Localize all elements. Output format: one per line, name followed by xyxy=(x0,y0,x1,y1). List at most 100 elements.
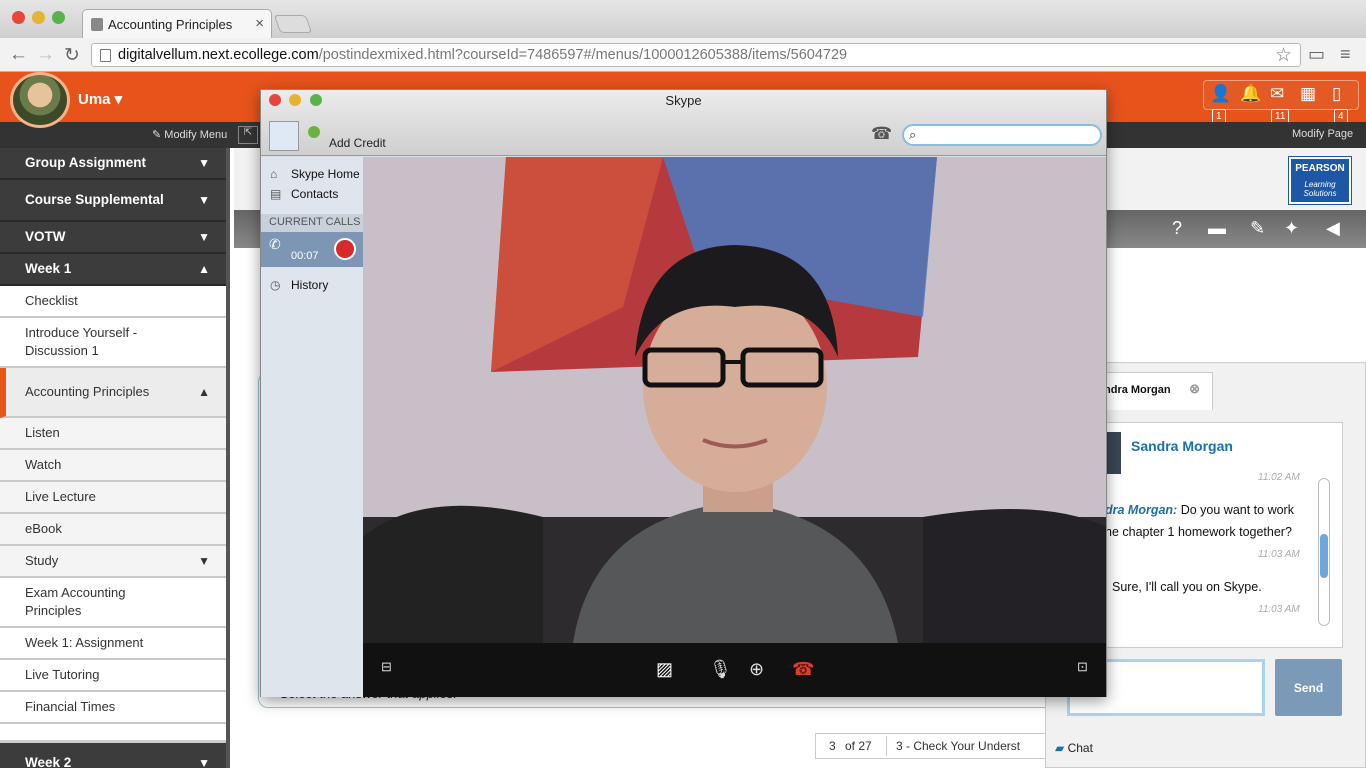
page-icon xyxy=(100,49,111,62)
hangup-small-button[interactable] xyxy=(334,238,356,260)
menu-icon[interactable]: ≡ xyxy=(1340,44,1351,65)
chat-bubble-icon: ▰ xyxy=(1055,741,1065,755)
history-link[interactable]: History xyxy=(291,278,328,292)
sidebar-item-label: Group Assignment xyxy=(25,155,147,170)
send-button[interactable]: Send xyxy=(1275,659,1342,716)
minimize-window-button[interactable] xyxy=(32,11,45,24)
sidebar-item[interactable]: Accounting Principles ▲ xyxy=(0,368,226,418)
reload-icon[interactable]: ↻ xyxy=(64,44,80,67)
skype-close-button[interactable] xyxy=(269,94,281,106)
add-participant-icon[interactable]: ⊕ xyxy=(749,659,764,680)
sidebar-item-label: Exam Accounting Principles xyxy=(25,585,126,618)
msg-time-1: 11:02 AM xyxy=(1258,472,1300,483)
chat-message-2: Sure, I'll call you on Skype. xyxy=(1112,580,1262,594)
home-icon: ⌂ xyxy=(270,167,278,181)
sidebar-item[interactable]: Week 1: Assignment xyxy=(0,628,226,660)
sidebar-item[interactable]: Study ▼ xyxy=(0,546,226,578)
sidebar-item[interactable]: VOTW ▼ xyxy=(0,222,226,254)
page-navigator[interactable]: 3 of 27 3 - Check Your Underst xyxy=(815,733,1065,759)
url-path: /postindexmixed.html?courseId=7486597#/m… xyxy=(318,47,848,63)
address-bar[interactable]: digitalvellum.next.ecollege.com/postinde… xyxy=(91,43,1301,67)
sidebar-item[interactable]: Course Supplemental ▼ xyxy=(0,180,226,222)
document-icon[interactable]: ▯ xyxy=(1332,84,1341,104)
contacts-link[interactable]: Contacts xyxy=(291,187,338,201)
skype-search-input[interactable]: ⌕ xyxy=(902,124,1102,146)
chat-link[interactable]: ▰ Chat xyxy=(1055,741,1093,755)
msg-time-2: 11:03 AM xyxy=(1258,549,1300,560)
print-icon[interactable]: ▬ xyxy=(1208,218,1226,239)
chevron-down-icon[interactable]: ▼ xyxy=(198,154,210,172)
help-icon[interactable]: ? xyxy=(1172,218,1182,239)
header-icon-group: 👤 🔔 ✉ ▦ ▯ 1 11 4 xyxy=(1203,80,1359,124)
chat-scrollbar[interactable] xyxy=(1318,478,1330,626)
sidebar-item[interactable]: Watch xyxy=(0,450,226,482)
new-tab-button[interactable] xyxy=(273,15,313,33)
sidebar-item[interactable]: Week 2 ▼ xyxy=(0,740,226,768)
skype-minimize-button[interactable] xyxy=(289,94,301,106)
bookmark-star-icon[interactable]: ☆ xyxy=(1275,44,1292,67)
skype-title: Skype xyxy=(665,93,702,108)
maximize-window-button[interactable] xyxy=(52,11,65,24)
glossary-icon[interactable]: ✦ xyxy=(1284,218,1299,239)
msg-time-3: 11:03 AM xyxy=(1258,604,1300,615)
calendar-icon[interactable]: ▦ xyxy=(1300,84,1316,104)
fullscreen-icon[interactable]: ⊡ xyxy=(1077,659,1088,675)
sidebar-toggle-icon[interactable]: ⊟ xyxy=(381,659,392,675)
skype-maximize-button[interactable] xyxy=(310,94,322,106)
profile-icon[interactable]: 👤 xyxy=(1210,84,1231,104)
modify-page-link[interactable]: Modify Page xyxy=(1292,128,1353,140)
avatar[interactable] xyxy=(10,72,70,128)
video-feed xyxy=(363,157,1106,643)
sidebar-item-label: Course Supplemental xyxy=(25,192,164,207)
chat-tab[interactable]: ndra Morgan ⊗ xyxy=(1095,372,1213,410)
sidebar-item[interactable]: Exam Accounting Principles xyxy=(0,578,226,628)
skype-titlebar: Skype Add Credit ☎ ⌕ xyxy=(261,90,1106,156)
forward-arrow-icon[interactable]: → xyxy=(36,44,55,66)
chevron-up-icon[interactable]: ▲ xyxy=(198,383,210,401)
sidebar-item-label: Live Tutoring xyxy=(25,667,100,682)
skype-home-link[interactable]: Skype Home xyxy=(291,167,360,181)
chevron-down-icon[interactable]: ▼ xyxy=(198,754,210,768)
sidebar-item[interactable]: eBook xyxy=(0,514,226,546)
sidebar-item-label: Financial Times xyxy=(25,699,116,714)
browser-tab[interactable]: Accounting Principles × xyxy=(82,9,272,38)
cast-icon[interactable]: ▭ xyxy=(1308,44,1325,65)
sidebar-item[interactable]: Listen xyxy=(0,418,226,450)
user-menu[interactable]: Uma ▾ xyxy=(78,90,122,108)
audio-icon[interactable]: ◀ xyxy=(1326,218,1340,239)
microphone-icon[interactable]: 🎙 xyxy=(709,659,732,680)
page-favicon-icon xyxy=(91,18,103,31)
add-credit-link[interactable]: Add Credit xyxy=(329,136,386,150)
sidebar-item-label: Study xyxy=(25,553,59,568)
sidebar-item[interactable]: Introduce Yourself - Discussion 1 xyxy=(0,318,226,368)
mail-icon[interactable]: ✉ xyxy=(1270,84,1284,104)
edit-icon[interactable]: ✎ xyxy=(1250,218,1265,239)
skype-avatar[interactable] xyxy=(269,121,299,151)
back-arrow-icon[interactable]: ← xyxy=(9,44,28,66)
expand-icon[interactable]: ⇱ xyxy=(238,126,258,144)
hangup-icon[interactable]: ☎ xyxy=(792,659,814,680)
chevron-down-icon[interactable]: ▼ xyxy=(198,228,210,246)
chevron-up-icon[interactable]: ▲ xyxy=(198,260,210,278)
dialpad-icon[interactable]: ☎ xyxy=(871,124,892,144)
sidebar-item[interactable]: Group Assignment ▼ xyxy=(0,148,226,180)
modify-menu-link[interactable]: ✎ Modify Menu xyxy=(152,128,227,141)
sidebar-item[interactable]: Checklist xyxy=(0,286,226,318)
close-window-button[interactable] xyxy=(12,11,25,24)
chevron-down-icon[interactable]: ▼ xyxy=(198,552,210,570)
search-icon: ⌕ xyxy=(909,127,917,142)
sidebar-item[interactable]: Live Tutoring xyxy=(0,660,226,692)
video-frame xyxy=(363,157,1106,643)
bell-icon[interactable]: 🔔 xyxy=(1240,84,1261,104)
close-tab-icon[interactable]: × xyxy=(255,15,264,32)
chat-message-1: dra Morgan: Do you want to work he chapt… xyxy=(1105,503,1294,539)
sidebar-item[interactable]: Week 1 ▲ xyxy=(0,254,226,286)
pearson-logo: PEARSON Learning Solutions xyxy=(1288,156,1352,205)
sidebar-item[interactable]: Live Lecture xyxy=(0,482,226,514)
page-current[interactable]: 3 xyxy=(829,739,836,753)
chevron-down-icon[interactable]: ▼ xyxy=(198,191,210,209)
close-chat-icon[interactable]: ⊗ xyxy=(1189,381,1200,397)
active-call-item[interactable]: ✆ 00:07 xyxy=(261,232,363,267)
sidebar-item[interactable]: Financial Times xyxy=(0,692,226,724)
video-off-icon[interactable]: ▨ xyxy=(656,659,673,680)
